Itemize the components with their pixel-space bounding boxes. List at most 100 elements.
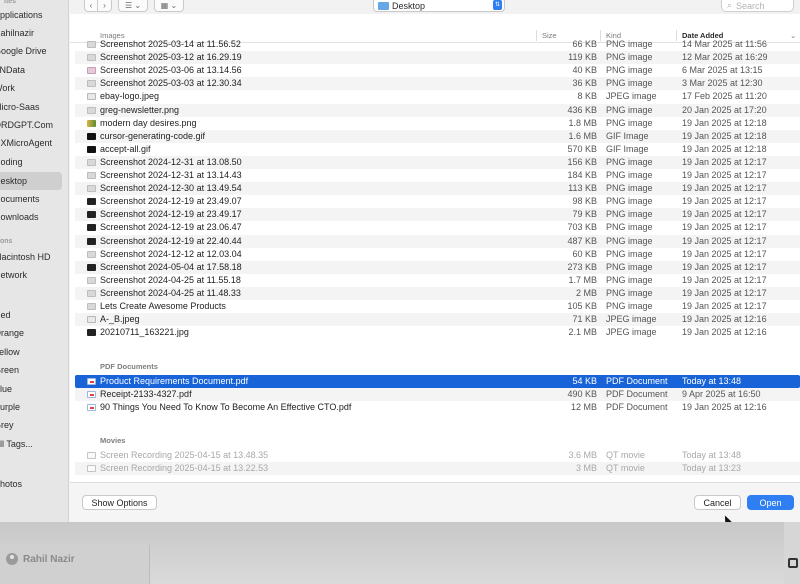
file-date-added: 19 Jan 2025 at 12:17	[682, 170, 767, 180]
sidebar-tag-yellow[interactable]: Yellow	[0, 343, 68, 361]
file-kind: PNG image	[606, 183, 653, 194]
sidebar-tag-purple[interactable]: Purple	[0, 398, 68, 416]
search-field[interactable]: ⌕ Search	[721, 0, 794, 12]
sidebar-tag-grey[interactable]: Grey	[0, 416, 68, 434]
file-size: 273 KB	[567, 261, 597, 272]
file-date-added: 17 Feb 2025 at 11:20	[682, 91, 767, 102]
file-row[interactable]: Screenshot 2025-03-12 at 16.29.19 119 KB P…	[75, 51, 800, 65]
back-button[interactable]: ‹	[84, 0, 98, 12]
sidebar-item-micro-saas[interactable]: Micro-Saas	[0, 98, 68, 116]
sidebar-item-coding[interactable]: Coding	[0, 153, 68, 171]
file-icon	[87, 132, 96, 140]
file-name: A-_B.jpeg	[100, 314, 140, 325]
file-row[interactable]: Screenshot 2025-03-03 at 12.30.34 36 KB PN…	[75, 77, 800, 91]
sidebar-item-applications[interactable]: Applications	[0, 6, 68, 24]
file-row[interactable]: Screenshot 2024-12-19 at 23.06.47 703 KB P…	[75, 221, 800, 234]
file-date-added: 19 Jan 2025 at 12:16	[682, 327, 767, 338]
sidebar-item-documents[interactable]: Documents	[0, 190, 68, 208]
file-kind: QT movie	[606, 450, 645, 460]
file-kind: PNG image	[606, 39, 653, 49]
file-row[interactable]: 20210711_163221.jpg 2.1 MB JPEG image 19 Ja…	[75, 326, 800, 339]
file-date-added: 19 Jan 2025 at 12:18	[682, 130, 767, 141]
file-kind: PNG image	[606, 287, 653, 298]
file-row[interactable]: Screenshot 2025-03-06 at 13.14.56 40 KB PN…	[75, 64, 800, 77]
user-chip: Rahil Nazir	[6, 553, 75, 565]
sidebar-tag-green[interactable]: Green	[0, 361, 68, 379]
file-date-added: 19 Jan 2025 at 12:17	[682, 287, 767, 298]
file-kind: PNG image	[606, 117, 653, 128]
file-size: 1.6 MB	[568, 130, 597, 141]
file-date-added: 19 Jan 2025 at 12:17	[682, 156, 767, 167]
file-icon	[87, 316, 96, 324]
location-popup[interactable]: Desktop ⇅	[373, 0, 505, 12]
file-name: Screenshot 2024-12-19 at 23.06.47	[100, 222, 242, 233]
cancel-button[interactable]: Cancel	[694, 495, 741, 510]
file-size: 36 KB	[572, 78, 597, 89]
file-row[interactable]: Screenshot 2024-12-12 at 12.03.04 60 KB PN…	[75, 248, 800, 261]
file-size: 60 KB	[572, 248, 597, 259]
file-kind: JPEG image	[606, 314, 657, 325]
file-row[interactable]: A-_B.jpeg 71 KB JPEG image 19 Jan 2025 at 1…	[75, 313, 800, 327]
file-row[interactable]: Screenshot 2024-04-25 at 11.55.18 1.7 MB P…	[75, 274, 800, 287]
sidebar-item-photos[interactable]: Photos	[0, 475, 68, 493]
sidebar-item-desktop[interactable]: Desktop	[0, 172, 62, 190]
file-browser: ‹ › ☰ ⌄ ▦ ⌄ Desktop ⇅ ⌕ Search Images Si…	[70, 0, 800, 522]
search-input[interactable]: Search	[736, 1, 765, 11]
file-row[interactable]: Screenshot 2024-05-04 at 17.58.18 273 KB P…	[75, 260, 800, 274]
chevron-left-icon: ‹	[89, 1, 93, 10]
view-grid-button[interactable]: ▦ ⌄	[154, 0, 184, 12]
sidebar-item-rahilnazir[interactable]: Rahilnazir	[0, 24, 68, 42]
file-row[interactable]: cursor-generating-code.gif 1.6 MB GIF Imag…	[75, 129, 800, 143]
view-list-button[interactable]: ☰ ⌄	[118, 0, 148, 12]
file-date-added: 19 Jan 2025 at 12:17	[682, 209, 767, 220]
file-kind: PNG image	[606, 65, 653, 76]
file-row[interactable]: Screenshot 2024-04-25 at 11.48.33 2 MB PNG…	[75, 286, 800, 300]
file-size: 40 KB	[572, 65, 597, 76]
sidebar-tag-blue[interactable]: Blue	[0, 380, 68, 398]
file-row[interactable]: Screenshot 2025-03-14 at 11.56.52 66 KB PN…	[75, 38, 800, 51]
file-row[interactable]: greg-newsletter.png 436 KB PNG image 20 Jan…	[75, 103, 800, 117]
open-button[interactable]: Open	[747, 495, 794, 510]
sidebar-tag-orange[interactable]: Orange	[0, 324, 68, 342]
file-row[interactable]: Receipt-2133-4327.pdf 490 KB PDF Document 9…	[75, 388, 800, 402]
file-row[interactable]: accept-all.gif 570 KB GIF Image 19 Jan 2025…	[75, 143, 800, 156]
file-row[interactable]: modern day desires.png 1.8 MB PNG image 19 …	[75, 117, 800, 130]
sidebar-item-ordgpt[interactable]: ORDGPT.Com	[0, 116, 68, 134]
file-row[interactable]: Lets Create Awesome Products 105 KB PNG im…	[75, 300, 800, 313]
file-row[interactable]: Screenshot 2024-12-30 at 13.49.54 113 KB P…	[75, 182, 800, 196]
file-size: 2.1 MB	[568, 327, 597, 338]
file-kind: PNG image	[606, 274, 653, 285]
file-date-added: 19 Jan 2025 at 12:17	[682, 301, 767, 311]
file-row[interactable]: Screenshot 2024-12-31 at 13.14.43 184 KB P…	[75, 169, 800, 182]
search-icon: ⌕	[727, 0, 733, 10]
file-icon	[87, 329, 96, 337]
forward-button[interactable]: ›	[98, 0, 112, 12]
file-date-added: 19 Jan 2025 at 12:17	[682, 248, 767, 259]
sidebar-item-work[interactable]: Work	[0, 79, 68, 97]
sidebar-tag-red[interactable]: Red	[0, 306, 68, 324]
file-date-added: 19 Jan 2025 at 12:17	[682, 261, 767, 272]
file-row[interactable]: 90 Things You Need To Know To Become An …	[75, 401, 800, 414]
sidebar-item-google-drive[interactable]: Google Drive	[0, 42, 68, 60]
file-row[interactable]: Screenshot 2024-12-19 at 23.49.17 79 KB PN…	[75, 208, 800, 222]
file-icon	[87, 391, 96, 399]
sidebar-item-downloads[interactable]: Downloads	[0, 208, 68, 226]
file-row: Screen Recording 2025-04-15 at 13.48.35 3…	[75, 449, 800, 462]
file-icon	[87, 119, 96, 127]
file-date-added: 19 Jan 2025 at 12:17	[682, 235, 767, 246]
file-row[interactable]: Screenshot 2024-12-19 at 22.40.44 487 KB P…	[75, 234, 800, 248]
sidebar-item-fndata[interactable]: FNData	[0, 61, 68, 79]
file-date-added: Today at 13:48	[682, 376, 742, 386]
file-size: 8 KB	[577, 91, 597, 102]
file-row[interactable]: Screenshot 2024-12-31 at 13.08.50 156 KB P…	[75, 155, 800, 169]
file-name: ebay-logo.jpeg	[100, 91, 160, 102]
file-row[interactable]: ebay-logo.jpeg 8 KB JPEG image 17 Feb 2025 …	[75, 90, 800, 103]
file-date-added: 19 Jan 2025 at 12:17	[682, 274, 767, 285]
sidebar-item-network[interactable]: Network	[0, 266, 68, 284]
sidebar-item-macintosh-hd[interactable]: Macintosh HD	[0, 248, 68, 266]
show-options-button[interactable]: Show Options	[82, 495, 157, 510]
file-row[interactable]: Screenshot 2024-12-19 at 23.49.07 98 KB PN…	[75, 195, 800, 208]
sidebar-item-dxmicroagent[interactable]: DXMicroAgent	[0, 134, 68, 152]
file-row[interactable]: Product Requirements Document.pdf 54 KB PD…	[75, 375, 800, 388]
sidebar-tag-all-tags[interactable]: All Tags...	[0, 435, 68, 453]
